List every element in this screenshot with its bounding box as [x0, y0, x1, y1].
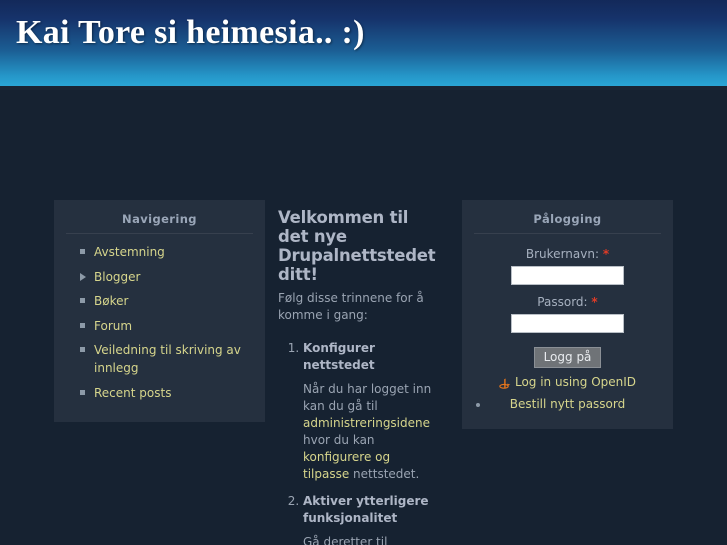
site-name[interactable]: Kai Tore si heimesia.. :) — [16, 14, 365, 52]
sidebar-item-label[interactable]: Recent posts — [94, 386, 171, 400]
sidebar-item-blogger[interactable]: Blogger — [80, 268, 253, 286]
sidebar-item-veiledning[interactable]: Veiledning til skriving av innlegg — [80, 341, 253, 377]
step-text: hvor du kan — [303, 433, 375, 447]
request-password-link[interactable]: Bestill nytt passord — [510, 397, 625, 411]
username-label: Brukernavn: * — [474, 247, 661, 261]
password-input[interactable] — [511, 314, 624, 333]
login-form: Brukernavn: * Passord: * Logg på Log in … — [474, 243, 661, 413]
password-form-item: Passord: * — [474, 295, 661, 333]
openid-icon — [499, 378, 511, 390]
password-label-text: Passord: — [537, 295, 588, 309]
page-title: Velkommen til det nye Drupalnettstedet d… — [278, 208, 436, 284]
step-body: Når du har logget inn kan du gå til admi… — [303, 381, 440, 483]
admin-pages-link[interactable]: administreringsidene — [303, 416, 430, 430]
step-item: Aktiver ytterligere funksjonalitet Gå de… — [303, 493, 440, 545]
openid-login-link[interactable]: Log in using OpenID — [515, 374, 636, 391]
square-bullet-icon — [80, 298, 85, 303]
login-submit-button[interactable]: Logg på — [533, 347, 602, 368]
openid-login-item[interactable]: Log in using OpenID — [474, 374, 661, 394]
step-text: nettstedet. — [349, 467, 420, 481]
required-marker-icon: * — [602, 247, 610, 261]
username-input[interactable] — [511, 266, 624, 285]
square-bullet-icon — [80, 389, 85, 395]
login-block-title: Pålogging — [474, 212, 661, 234]
sidebar-item-label[interactable]: Forum — [94, 319, 132, 333]
step-title: Aktiver ytterligere funksjonalitet — [303, 494, 429, 525]
sidebar-item-label[interactable]: Blogger — [94, 270, 140, 284]
sidebar-item-forum[interactable]: Forum — [80, 317, 253, 335]
intro-text: Følg disse trinnene for å komme i gang: — [278, 291, 424, 322]
login-links-list: Log in using OpenID Bestill nytt passord — [474, 374, 661, 413]
sidebar-item-label[interactable]: Avstemning — [94, 245, 165, 259]
main-content: Velkommen til det nye Drupalnettstedet d… — [278, 200, 440, 545]
sidebar-item-avstemning[interactable]: Avstemning — [80, 243, 253, 261]
navigation-block: Navigering Avstemning Blogger Bøker Foru… — [54, 200, 265, 422]
password-label: Passord: * — [474, 295, 661, 309]
navigation-menu: Avstemning Blogger Bøker Forum Veilednin… — [66, 243, 253, 402]
navigation-block-title: Navigering — [66, 212, 253, 234]
sidebar-item-recent-posts[interactable]: Recent posts — [80, 384, 253, 402]
step-text: Når du har logget inn kan du gå til — [303, 382, 432, 413]
getting-started-steps: Konfigurer nettstedet Når du har logget … — [278, 340, 440, 545]
openid-login-row[interactable]: Log in using OpenID — [499, 374, 636, 391]
square-bullet-icon — [80, 347, 85, 352]
request-password-item[interactable]: Bestill nytt passord — [474, 396, 661, 413]
username-label-text: Brukernavn: — [525, 247, 599, 261]
triangle-right-icon — [80, 272, 86, 281]
square-bullet-icon — [80, 322, 85, 328]
step-body: Gå deretter til modullista og aktiver de… — [303, 534, 440, 545]
step-text: Gå deretter til — [303, 535, 388, 545]
sidebar-item-label[interactable]: Veiledning til skriving av innlegg — [94, 343, 241, 375]
square-bullet-icon — [80, 249, 85, 254]
page-body: Navigering Avstemning Blogger Bøker Foru… — [0, 90, 727, 545]
required-marker-icon: * — [591, 295, 598, 309]
username-form-item: Brukernavn: * — [474, 247, 661, 285]
sidebar-item-label[interactable]: Bøker — [94, 294, 128, 308]
login-block: Pålogging Brukernavn: * Passord: * Logg … — [462, 200, 673, 429]
site-header: Kai Tore si heimesia.. :) — [0, 0, 727, 86]
step-title: Konfigurer nettstedet — [303, 341, 375, 372]
sidebar-item-boker[interactable]: Bøker — [80, 292, 253, 310]
step-item: Konfigurer nettstedet Når du har logget … — [303, 340, 440, 483]
